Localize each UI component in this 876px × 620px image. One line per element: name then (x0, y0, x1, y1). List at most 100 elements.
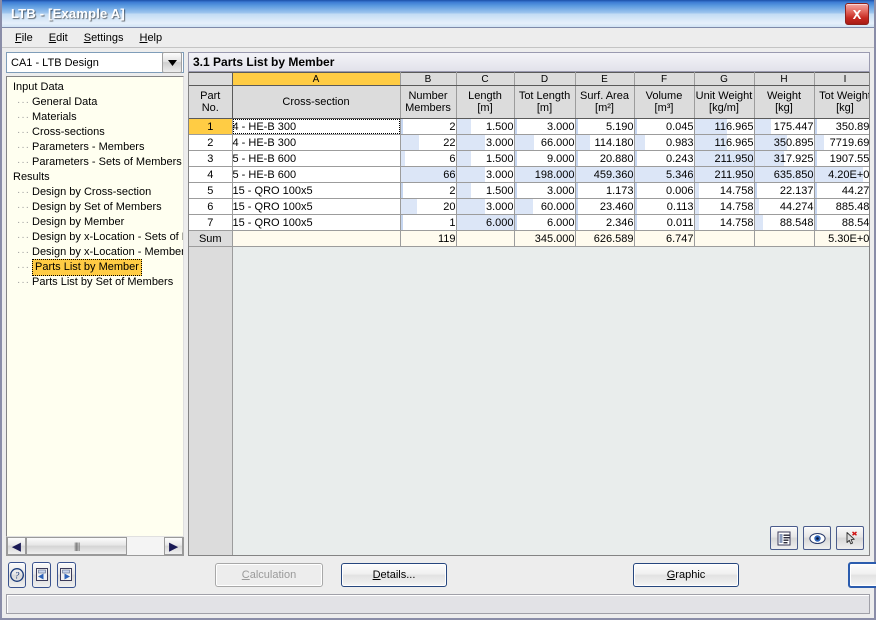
details-button[interactable]: Details... (341, 563, 447, 587)
cell-surf[interactable]: 20.880 (575, 150, 635, 167)
report-icon[interactable] (770, 526, 798, 550)
menu-settings[interactable]: Settings (76, 30, 132, 46)
cell-totweight[interactable]: 7719.690 (814, 134, 869, 151)
tree-item-cross-sections[interactable]: ··· Cross-sections (7, 125, 183, 140)
cell-number[interactable]: 20 (400, 198, 457, 215)
cell-unitweight[interactable]: 14.758 (694, 198, 755, 215)
menu-file[interactable]: File (7, 30, 41, 46)
cell-cross-section[interactable]: 15 - QRO 100x5 (232, 214, 401, 231)
cell-unitweight[interactable]: 211.950 (694, 150, 755, 167)
cell-volume[interactable]: 0.983 (634, 134, 695, 151)
table-row[interactable]: 7 15 - QRO 100x5 1 6.000 6.000 2.346 0.011 14.7… (189, 214, 869, 231)
cell-weight[interactable]: 317.925 (754, 150, 815, 167)
column-header-D[interactable]: D (514, 72, 576, 86)
cell-surf[interactable]: 23.460 (575, 198, 635, 215)
row-header[interactable]: 1 (189, 118, 233, 135)
cell-totlength[interactable]: 3.000 (514, 182, 576, 199)
cell-length[interactable]: 3.000 (456, 166, 515, 183)
cell-weight[interactable]: 350.895 (754, 134, 815, 151)
cell-totweight[interactable]: 1907.550 (814, 150, 869, 167)
navigator-hscrollbar[interactable]: ◀ |||| ▶ (6, 537, 184, 556)
prev-icon[interactable] (32, 562, 51, 588)
row-header[interactable]: 3 (189, 150, 233, 167)
cell-surf[interactable]: 1.173 (575, 182, 635, 199)
row-header[interactable]: 4 (189, 166, 233, 183)
cell-cross-section[interactable]: 4 - HE-B 300 (232, 118, 401, 135)
cell-unitweight[interactable]: 116.965 (694, 118, 755, 135)
cell-surf[interactable]: 114.180 (575, 134, 635, 151)
design-case-combo[interactable]: CA1 - LTB Design (6, 52, 184, 73)
table-row[interactable]: 35 - HE-B 600 6 1.500 9.000 20.880 0.243 211.9… (189, 150, 869, 167)
column-header-I[interactable]: I (814, 72, 869, 86)
cell-unitweight[interactable]: 211.950 (694, 166, 755, 183)
tree-item-parts-list-by-set-of-members[interactable]: ··· Parts List by Set of Members (7, 275, 183, 290)
cell-volume[interactable]: 0.045 (634, 118, 695, 135)
cell-weight[interactable]: 88.548 (754, 214, 815, 231)
next-icon[interactable] (57, 562, 76, 588)
cell-weight[interactable]: 22.137 (754, 182, 815, 199)
cell-weight[interactable]: 635.850 (754, 166, 815, 183)
pick-icon[interactable] (836, 526, 864, 550)
cell-cross-section[interactable]: 4 - HE-B 300 (232, 134, 401, 151)
tree-item-general-data[interactable]: ··· General Data (7, 95, 183, 110)
scroll-thumb[interactable]: |||| (26, 537, 128, 555)
scroll-right-icon[interactable]: ▶ (164, 537, 183, 555)
cell-cross-section[interactable]: 5 - HE-B 600 (232, 166, 401, 183)
navigator-tree[interactable]: Input Data ··· General Data ··· Materials ···… (6, 76, 184, 537)
cell-length[interactable]: 3.000 (456, 134, 515, 151)
cell-totweight[interactable]: 350.895 (814, 118, 869, 135)
cell-volume[interactable]: 5.346 (634, 166, 695, 183)
cell-totlength[interactable]: 9.000 (514, 150, 576, 167)
table-row[interactable]: 14 - HE-B 300 2 1.500 3.000 5.190 0.045 116.96… (189, 118, 869, 135)
tree-item-design-by-x-location-sets-of-m[interactable]: ··· Design by x-Location - Sets of M (7, 230, 183, 245)
cell-length[interactable]: 1.500 (456, 182, 515, 199)
cell-unitweight[interactable]: 14.758 (694, 214, 755, 231)
cell-cross-section[interactable]: 15 - QRO 100x5 (232, 198, 401, 215)
column-header-E[interactable]: E (575, 72, 635, 86)
row-header[interactable]: 5 (189, 182, 233, 199)
scroll-track[interactable]: |||| (26, 537, 164, 555)
cell-totlength[interactable]: 60.000 (514, 198, 576, 215)
close-icon[interactable] (845, 3, 869, 25)
tree-item-design-by-x-location-member[interactable]: ··· Design by x-Location - Member: (7, 245, 183, 260)
cell-weight[interactable]: 175.447 (754, 118, 815, 135)
cell-totweight[interactable]: 885.480 (814, 198, 869, 215)
cell-surf[interactable]: 459.360 (575, 166, 635, 183)
cell-weight[interactable]: 44.274 (754, 198, 815, 215)
cell-totlength[interactable]: 6.000 (514, 214, 576, 231)
cell-unitweight[interactable]: 116.965 (694, 134, 755, 151)
column-header-F[interactable]: F (634, 72, 695, 86)
column-header-C[interactable]: C (456, 72, 515, 86)
cell-length[interactable]: 3.000 (456, 198, 515, 215)
column-header-A[interactable]: A (232, 72, 401, 86)
cell-length[interactable]: 6.000 (456, 214, 515, 231)
tree-item-input-data[interactable]: Input Data (7, 80, 183, 95)
tree-item-parameters-sets-of-members[interactable]: ··· Parameters - Sets of Members (7, 155, 183, 170)
ok-button[interactable]: OK (848, 562, 876, 588)
tree-item-design-by-member[interactable]: ··· Design by Member (7, 215, 183, 230)
column-header-H[interactable]: H (754, 72, 815, 86)
cell-totweight[interactable]: 88.548 (814, 214, 869, 231)
cell-totweight[interactable]: 4.20E+04 (814, 166, 869, 183)
row-header[interactable]: 2 (189, 134, 233, 151)
cell-totweight[interactable]: 44.274 (814, 182, 869, 199)
table-row[interactable]: 5 15 - QRO 100x5 2 1.500 3.000 1.173 0.006 14.7… (189, 182, 869, 199)
cell-unitweight[interactable]: 14.758 (694, 182, 755, 199)
cell-volume[interactable]: 0.113 (634, 198, 695, 215)
cell-volume[interactable]: 0.243 (634, 150, 695, 167)
tree-item-parts-list-by-member[interactable]: ··· Parts List by Member (7, 259, 183, 276)
cell-number[interactable]: 1 (400, 214, 457, 231)
tree-item-design-by-set-of-members[interactable]: ··· Design by Set of Members (7, 200, 183, 215)
graphic-button[interactable]: Graphic (633, 563, 739, 587)
tree-item-materials[interactable]: ··· Materials (7, 110, 183, 125)
help-icon[interactable]: ? (8, 562, 26, 588)
cell-surf[interactable]: 5.190 (575, 118, 635, 135)
cell-surf[interactable]: 2.346 (575, 214, 635, 231)
column-header-G[interactable]: G (694, 72, 755, 86)
cell-totlength[interactable]: 3.000 (514, 118, 576, 135)
cell-number[interactable]: 6 (400, 150, 457, 167)
menu-edit[interactable]: Edit (41, 30, 76, 46)
cell-totlength[interactable]: 66.000 (514, 134, 576, 151)
parts-list-grid[interactable]: A B C D E F G H I Part No. Cross-section Number Membe… (188, 72, 870, 556)
row-header[interactable]: 7 (189, 214, 233, 231)
